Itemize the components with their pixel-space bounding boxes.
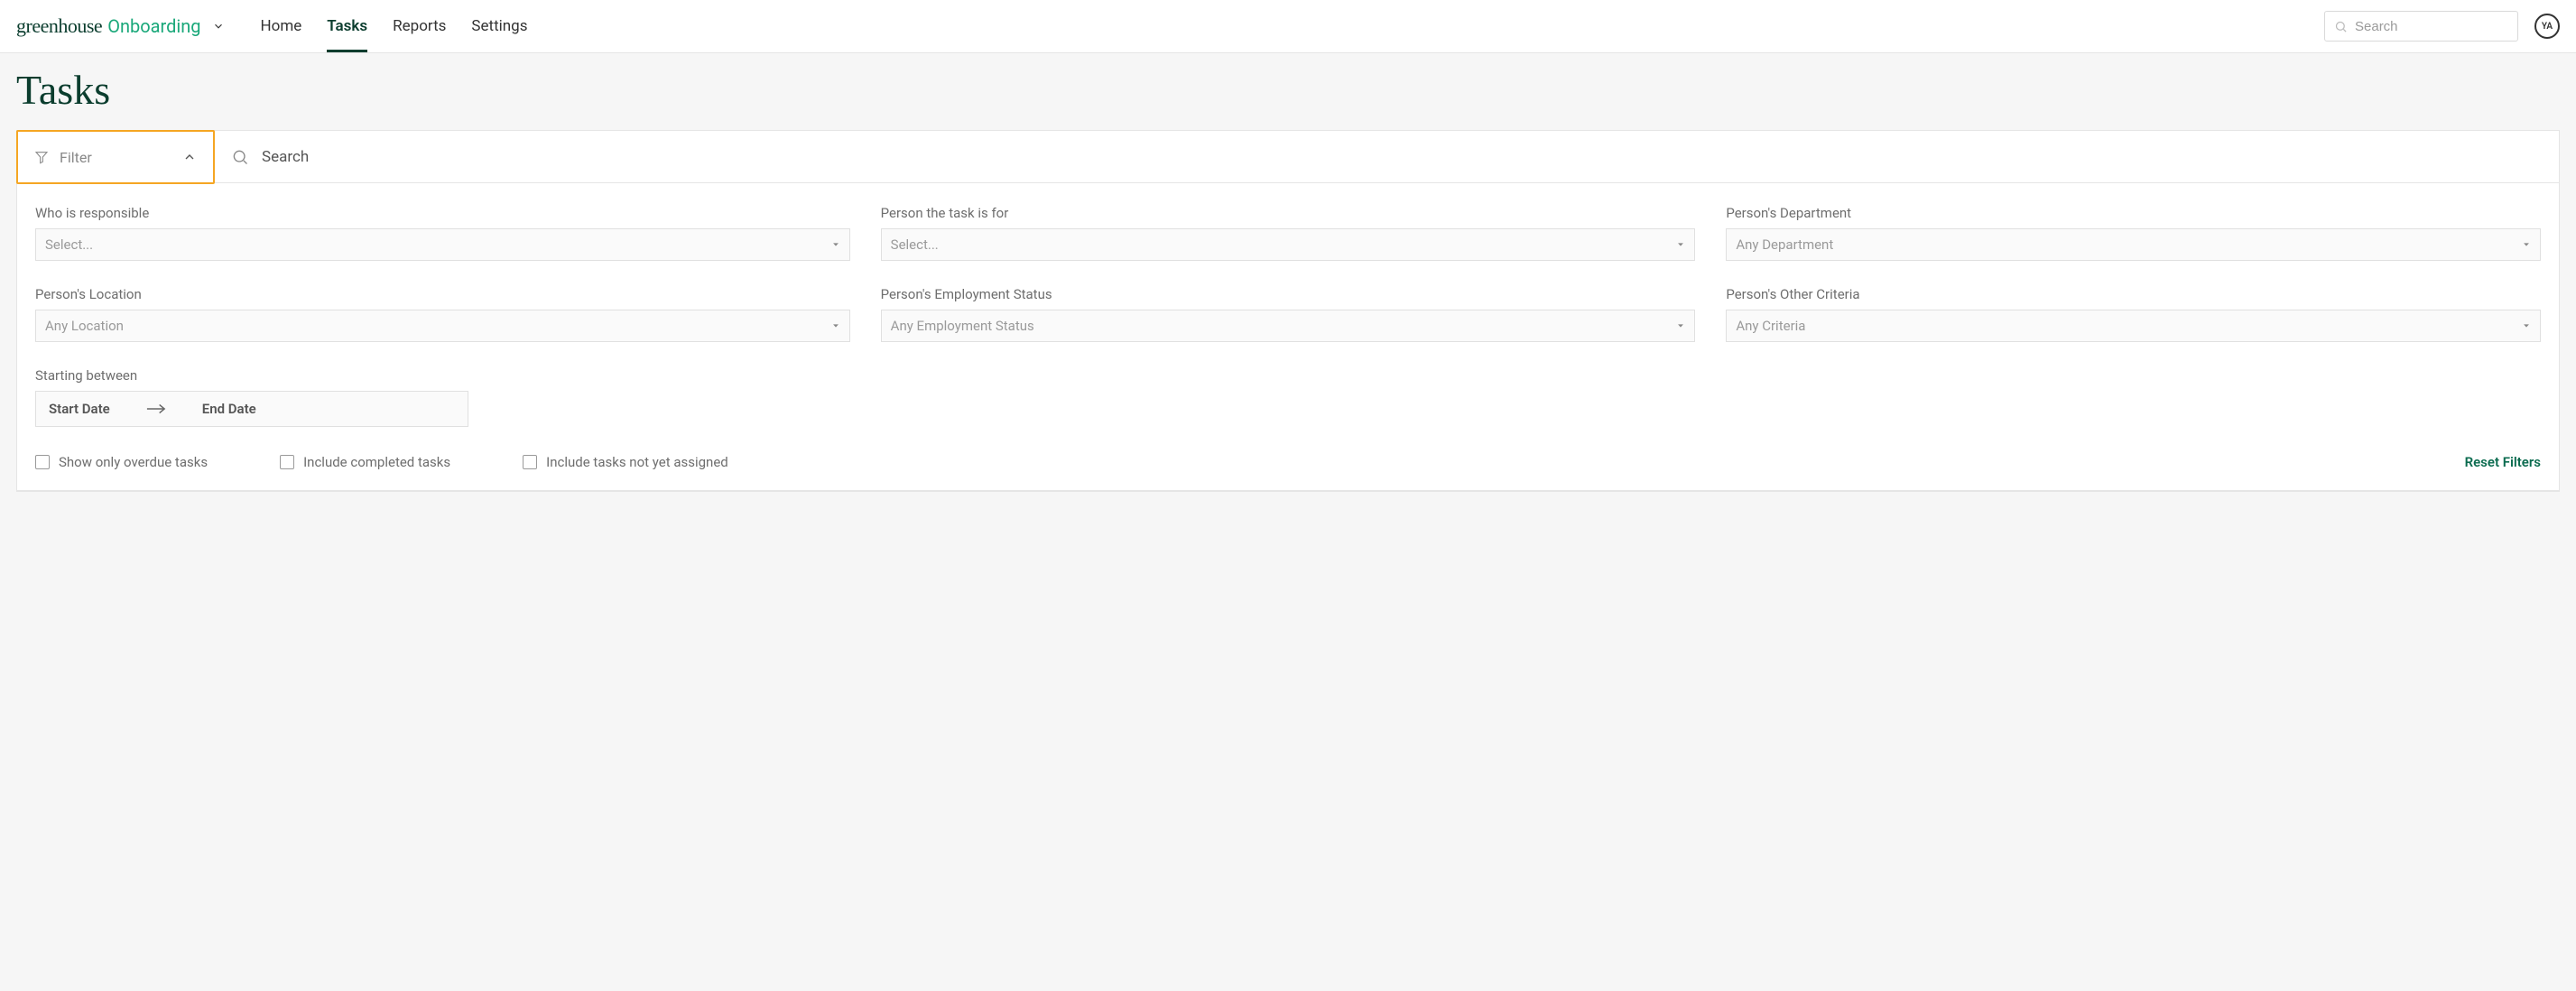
brand-switcher[interactable]: greenhouse Onboarding — [16, 14, 225, 38]
chevron-down-icon — [212, 20, 225, 32]
checkbox-icon — [523, 455, 537, 469]
label-emp-status: Person's Employment Status — [881, 286, 1696, 302]
topbar: greenhouse Onboarding Home Tasks Reports… — [0, 0, 2576, 53]
select-department[interactable]: Any Department — [1726, 228, 2541, 261]
select-responsible[interactable]: Select... — [35, 228, 850, 261]
brand-name-1: greenhouse — [16, 14, 102, 38]
search-icon — [231, 148, 249, 166]
select-emp-status-value: Any Employment Status — [891, 318, 1034, 334]
date-range[interactable]: Start Date End Date — [35, 391, 468, 427]
field-emp-status: Person's Employment Status Any Employmen… — [881, 286, 1696, 342]
select-person-for[interactable]: Select... — [881, 228, 1696, 261]
filter-icon — [34, 150, 49, 164]
field-other: Person's Other Criteria Any Criteria — [1726, 286, 2541, 342]
field-starting-between: Starting between Start Date End Date — [35, 367, 468, 427]
caret-down-icon — [2522, 321, 2531, 330]
select-location-value: Any Location — [45, 318, 124, 334]
label-responsible: Who is responsible — [35, 205, 850, 221]
select-emp-status[interactable]: Any Employment Status — [881, 310, 1696, 342]
select-department-value: Any Department — [1736, 236, 1833, 253]
checkbox-icon — [280, 455, 294, 469]
checkbox-overdue[interactable]: Show only overdue tasks — [35, 454, 208, 470]
field-location: Person's Location Any Location — [35, 286, 850, 342]
checkbox-overdue-label: Show only overdue tasks — [59, 454, 208, 470]
checkbox-completed[interactable]: Include completed tasks — [280, 454, 450, 470]
panel-search[interactable]: Search — [215, 131, 2559, 183]
page-title: Tasks — [0, 53, 2576, 130]
start-date[interactable]: Start Date — [49, 401, 110, 417]
select-other-value: Any Criteria — [1736, 318, 1805, 334]
panel-search-label: Search — [262, 148, 309, 166]
filter-footer: Show only overdue tasks Include complete… — [35, 454, 2541, 470]
nav-settings[interactable]: Settings — [471, 1, 527, 52]
caret-down-icon — [831, 240, 840, 249]
page: Tasks Filter Search — [0, 53, 2576, 991]
checkbox-unassigned[interactable]: Include tasks not yet assigned — [523, 454, 728, 470]
caret-down-icon — [1676, 240, 1685, 249]
avatar-initials: YA — [2542, 22, 2553, 32]
select-other[interactable]: Any Criteria — [1726, 310, 2541, 342]
label-starting-between: Starting between — [35, 367, 468, 384]
filter-body: Who is responsible Select... Person the … — [17, 183, 2559, 491]
caret-down-icon — [2522, 240, 2531, 249]
nav-reports[interactable]: Reports — [393, 1, 446, 52]
select-person-for-value: Select... — [891, 236, 939, 253]
tasks-panel: Filter Search Who is responsible Select — [16, 130, 2560, 492]
label-person-for: Person the task is for — [881, 205, 1696, 221]
arrow-right-icon — [146, 403, 166, 415]
main-nav: Home Tasks Reports Settings — [261, 1, 528, 52]
nav-tasks[interactable]: Tasks — [327, 1, 367, 52]
global-search-input[interactable] — [2355, 19, 2508, 34]
search-icon — [2334, 20, 2355, 33]
field-person-for: Person the task is for Select... — [881, 205, 1696, 261]
select-responsible-value: Select... — [45, 236, 93, 253]
chevron-up-icon — [182, 150, 197, 164]
checkbox-unassigned-label: Include tasks not yet assigned — [546, 454, 728, 470]
global-search[interactable] — [2324, 11, 2518, 42]
label-other: Person's Other Criteria — [1726, 286, 2541, 302]
nav-home[interactable]: Home — [261, 1, 302, 52]
select-location[interactable]: Any Location — [35, 310, 850, 342]
label-department: Person's Department — [1726, 205, 2541, 221]
reset-filters-link[interactable]: Reset Filters — [2465, 454, 2541, 470]
filter-toggle-label: Filter — [60, 149, 92, 166]
topbar-right: YA — [2324, 11, 2560, 42]
caret-down-icon — [1676, 321, 1685, 330]
field-department: Person's Department Any Department — [1726, 205, 2541, 261]
panel-toolbar: Filter Search — [17, 131, 2559, 183]
brand-name-2: Onboarding — [107, 15, 200, 37]
label-location: Person's Location — [35, 286, 850, 302]
checkbox-icon — [35, 455, 50, 469]
filter-toggle[interactable]: Filter — [16, 130, 215, 184]
caret-down-icon — [831, 321, 840, 330]
end-date[interactable]: End Date — [202, 401, 256, 417]
avatar[interactable]: YA — [2534, 14, 2560, 39]
checkbox-completed-label: Include completed tasks — [303, 454, 450, 470]
field-responsible: Who is responsible Select... — [35, 205, 850, 261]
